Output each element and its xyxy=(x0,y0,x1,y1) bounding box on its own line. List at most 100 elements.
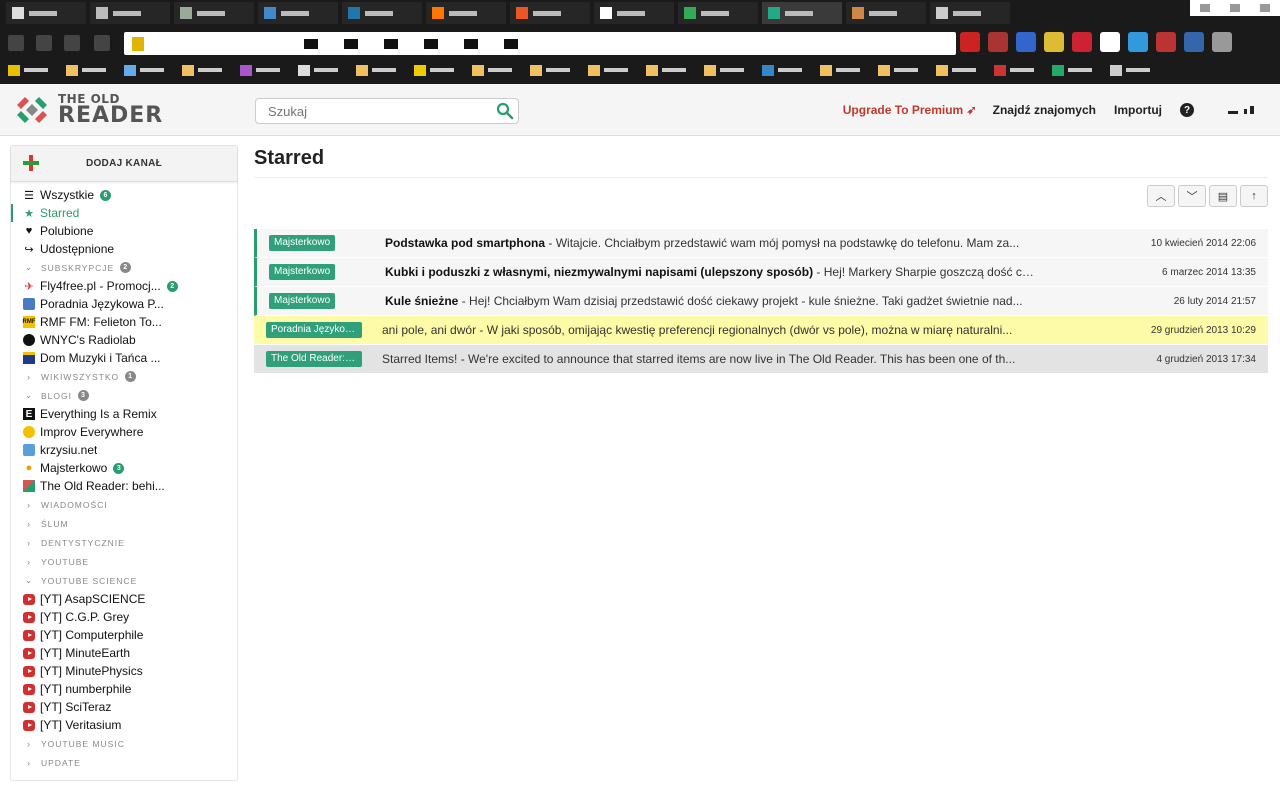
feed-item[interactable]: [YT] MinutePhysics xyxy=(11,662,237,680)
browser-tab[interactable] xyxy=(678,2,758,24)
reload-icon[interactable] xyxy=(64,35,80,51)
extension-icon[interactable] xyxy=(1156,32,1176,52)
previous-item-button[interactable]: ︿ xyxy=(1147,185,1175,207)
scroll-top-button[interactable]: ↑ xyxy=(1240,185,1268,207)
feed-item[interactable]: ✈ Fly4free.pl - Promocj... 2 xyxy=(11,277,237,295)
folder-dentystycznie[interactable]: › DENTYSTYCZNIE xyxy=(11,533,237,552)
folder-wiadomosci[interactable]: › WIADOMOŚCI xyxy=(11,495,237,514)
forward-icon[interactable] xyxy=(36,35,52,51)
browser-tab-active[interactable] xyxy=(762,2,842,24)
feed-item[interactable]: krzysiu.net xyxy=(11,441,237,459)
import-link[interactable]: Importuj xyxy=(1114,103,1162,117)
search-input[interactable] xyxy=(256,99,510,123)
bookmark-item[interactable] xyxy=(994,62,1042,78)
feed-item[interactable]: ● Majsterkowo 3 xyxy=(11,459,237,477)
feed-item[interactable]: [YT] numberphile xyxy=(11,680,237,698)
bookmark-item[interactable] xyxy=(878,62,926,78)
bookmark-item[interactable] xyxy=(1052,62,1100,78)
bookmark-item[interactable] xyxy=(646,62,694,78)
browser-tab[interactable] xyxy=(510,2,590,24)
view-mode-button[interactable]: ▤ xyxy=(1209,185,1237,207)
find-friends-link[interactable]: Znajdź znajomych xyxy=(993,103,1096,117)
extension-icon[interactable] xyxy=(1044,32,1064,52)
feed-item[interactable]: [YT] C.G.P. Grey xyxy=(11,608,237,626)
browser-tab[interactable] xyxy=(342,2,422,24)
bookmark-item[interactable] xyxy=(8,62,56,78)
bookmark-item[interactable] xyxy=(124,62,172,78)
browser-tab[interactable] xyxy=(930,2,1010,24)
bookmark-item[interactable] xyxy=(588,62,636,78)
extension-icon[interactable] xyxy=(960,32,980,52)
feed-item[interactable]: [YT] Veritasium xyxy=(11,716,237,734)
extension-icon[interactable] xyxy=(988,32,1008,52)
feed-item[interactable]: Dom Muzyki i Tańca ... xyxy=(11,349,237,367)
folder-youtube-science[interactable]: ⌄ YOUTUBE SCIENCE xyxy=(11,571,237,590)
folder-youtube[interactable]: › YOUTUBE xyxy=(11,552,237,571)
bookmark-item[interactable] xyxy=(472,62,520,78)
bookmark-item[interactable] xyxy=(1110,62,1158,78)
feed-tag[interactable]: Majsterkowo xyxy=(269,293,336,309)
article-row[interactable]: Majsterkowo Kubki i poduszki z własnymi,… xyxy=(254,258,1268,287)
extension-icon[interactable] xyxy=(1100,32,1120,52)
bookmark-item[interactable] xyxy=(182,62,230,78)
feed-tag[interactable]: Poradnia Językow... xyxy=(266,322,362,338)
sidebar-item-starred[interactable]: ★ Starred xyxy=(11,204,237,222)
article-row-selected[interactable]: The Old Reader: b... Starred Items! - We… xyxy=(254,345,1268,374)
home-icon[interactable] xyxy=(94,35,110,51)
feed-item[interactable]: [YT] Computerphile xyxy=(11,626,237,644)
bookmark-item[interactable] xyxy=(298,62,346,78)
extension-icon[interactable] xyxy=(1072,32,1092,52)
bookmark-item[interactable] xyxy=(936,62,984,78)
bookmark-item[interactable] xyxy=(704,62,752,78)
extension-icon[interactable] xyxy=(1016,32,1036,52)
feed-item[interactable]: The Old Reader: behi... xyxy=(11,477,237,495)
browser-tab[interactable] xyxy=(426,2,506,24)
bookmark-item[interactable] xyxy=(240,62,288,78)
browser-tab[interactable] xyxy=(6,2,86,24)
feed-item[interactable]: E Everything Is a Remix xyxy=(11,405,237,423)
folder-youtube-music[interactable]: › YOUTUBE MUSIC xyxy=(11,734,237,753)
feed-item[interactable]: RMF RMF FM: Felieton To... xyxy=(11,313,237,331)
folder-subskrypcje[interactable]: ⌄ SUBSKRYPCJE 2 xyxy=(11,258,237,277)
extension-icon[interactable] xyxy=(1128,32,1148,52)
bookmark-item[interactable] xyxy=(820,62,868,78)
feed-item[interactable]: Poradnia Językowa P... xyxy=(11,295,237,313)
upgrade-premium-link[interactable]: Upgrade To Premium ➶ xyxy=(843,103,977,117)
sidebar-item-liked[interactable]: ♥ Polubione xyxy=(11,222,237,240)
folder-blogi[interactable]: ⌄ BLOGI 3 xyxy=(11,386,237,405)
user-menu-icon[interactable] xyxy=(1228,105,1256,115)
article-row-highlighted[interactable]: Poradnia Językow... ani pole, ani dwór -… xyxy=(254,316,1268,345)
browser-tab[interactable] xyxy=(846,2,926,24)
feed-item[interactable]: WNYC's Radiolab xyxy=(11,331,237,349)
extension-icon[interactable] xyxy=(1212,32,1232,52)
feed-item[interactable]: [YT] AsapSCIENCE xyxy=(11,590,237,608)
app-logo[interactable]: THE OLD READER xyxy=(14,93,163,127)
feed-item[interactable]: Improv Everywhere xyxy=(11,423,237,441)
article-row[interactable]: Majsterkowo Podstawka pod smartphona - W… xyxy=(254,229,1268,258)
extension-icon[interactable] xyxy=(1184,32,1204,52)
next-item-button[interactable]: ﹀ xyxy=(1178,185,1206,207)
sidebar-item-all[interactable]: ☰ Wszystkie 6 xyxy=(11,186,237,204)
address-bar[interactable] xyxy=(124,32,956,55)
bookmark-item[interactable] xyxy=(414,62,462,78)
feed-item[interactable]: [YT] MinuteEarth xyxy=(11,644,237,662)
bookmark-item[interactable] xyxy=(530,62,578,78)
bookmark-item[interactable] xyxy=(762,62,810,78)
folder-update[interactable]: › UPDATE xyxy=(11,753,237,772)
search-icon[interactable] xyxy=(496,102,514,125)
folder-slum[interactable]: › ŚLUM xyxy=(11,514,237,533)
browser-tab[interactable] xyxy=(174,2,254,24)
folder-wikiwszystko[interactable]: › WIKIWSZYSTKO 1 xyxy=(11,367,237,386)
feed-tag[interactable]: The Old Reader: b... xyxy=(266,351,362,367)
browser-tab[interactable] xyxy=(594,2,674,24)
help-icon[interactable]: ? xyxy=(1180,103,1194,117)
feed-tag[interactable]: Majsterkowo xyxy=(269,264,336,280)
browser-tab[interactable] xyxy=(90,2,170,24)
article-row[interactable]: Majsterkowo Kule śnieżne - Hej! Chciałby… xyxy=(254,287,1268,316)
back-icon[interactable] xyxy=(8,35,24,51)
sidebar-item-shared[interactable]: ↪ Udostępnione xyxy=(11,240,237,258)
browser-tab[interactable] xyxy=(258,2,338,24)
bookmark-item[interactable] xyxy=(66,62,114,78)
bookmark-item[interactable] xyxy=(356,62,404,78)
add-feed-button[interactable]: DODAJ KANAŁ xyxy=(11,146,237,182)
